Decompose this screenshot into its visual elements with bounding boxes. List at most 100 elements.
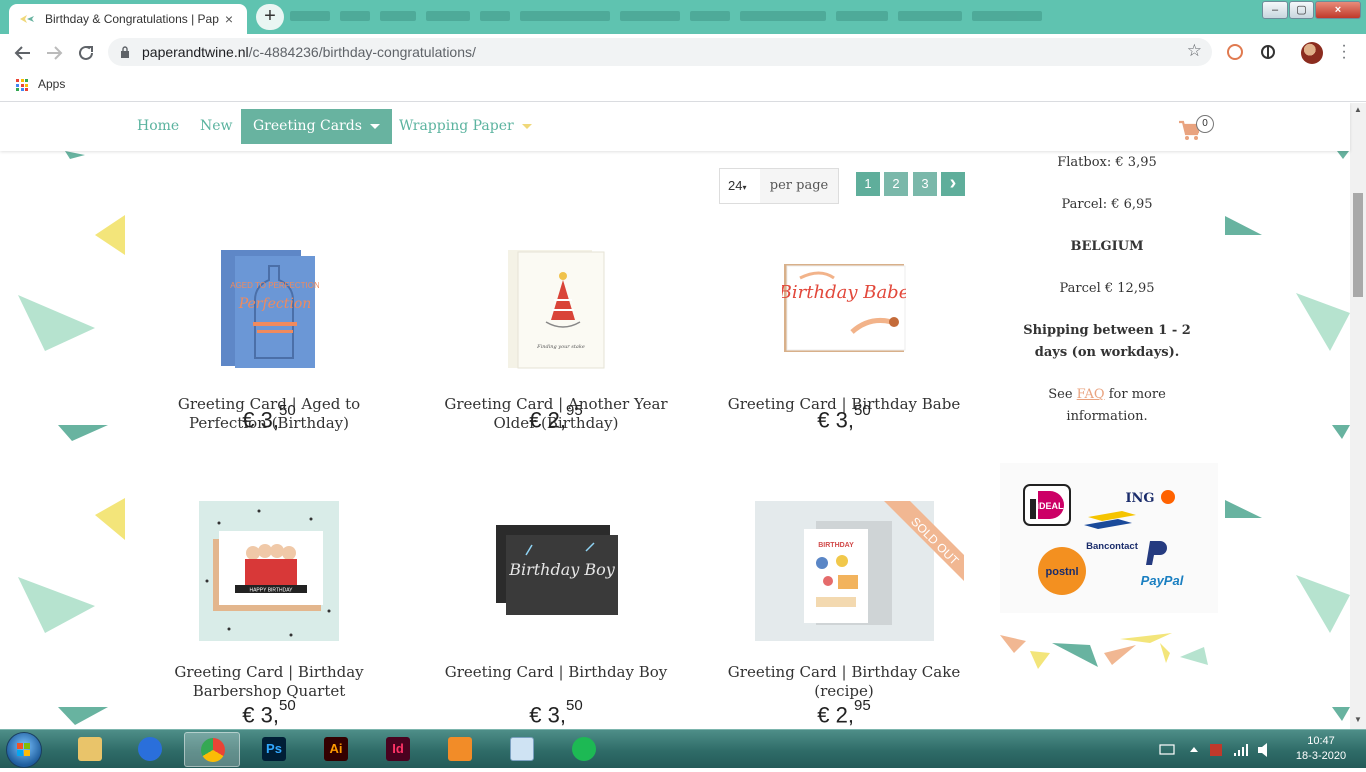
nav-wrapping-paper-label: Wrapping Paper — [399, 118, 514, 134]
nav-wrapping-paper[interactable]: Wrapping Paper — [387, 109, 544, 144]
product-image-birthday-boy[interactable]: Birthday Boy — [486, 501, 626, 641]
back-arrow-icon[interactable] — [12, 42, 34, 64]
chevron-down-icon — [521, 123, 532, 129]
url-text: paperandtwine.nl/c-4884236/birthday-cong… — [142, 44, 476, 60]
browser-toolbar: paperandtwine.nl/c-4884236/birthday-cong… — [0, 34, 1366, 70]
scroll-up-icon[interactable]: ▲ — [1353, 105, 1363, 114]
paint-icon — [448, 737, 472, 761]
mail-icon — [138, 737, 162, 761]
product-name[interactable]: Greeting Card | Birthday Boy — [436, 663, 676, 682]
per-page-select[interactable]: 24▾ — [719, 168, 761, 204]
tab-close-icon[interactable]: × — [221, 11, 237, 27]
faq-text-after: for more — [1104, 387, 1166, 402]
paper-and-twine-favicon — [20, 15, 34, 23]
scroll-down-icon[interactable]: ▼ — [1353, 715, 1363, 724]
product-card[interactable]: AGED TO PERFECTION Perfection Greeting C… — [149, 248, 389, 433]
maximize-button[interactable]: ▢ — [1289, 1, 1314, 19]
bookmarks-bar: Apps — [0, 70, 1366, 102]
product-card[interactable]: Birthday Boy Greeting Card | Birthday Bo… — [436, 501, 676, 727]
taskbar-calculator[interactable] — [494, 732, 550, 767]
address-bar[interactable]: paperandtwine.nl/c-4884236/birthday-cong… — [108, 38, 1212, 66]
product-image-birthday-cake[interactable]: BIRTHDAY SOLD OUT — [724, 501, 980, 641]
next-page-button[interactable]: › — [941, 172, 965, 196]
product-card[interactable]: BIRTHDAY SOLD OUT Greeting Card | Birthd… — [724, 501, 980, 727]
cart-button[interactable]: 0 — [1178, 115, 1220, 141]
payment-methods-logos: iDEAL ING Bancontact postnl PayPal — [1000, 463, 1218, 669]
taskbar-illustrator[interactable]: Ai — [308, 732, 364, 767]
product-image-birthday-babe[interactable]: Birthday Babe — [778, 248, 909, 370]
card-art-text: Birthday Boy — [508, 560, 616, 579]
clock[interactable]: 10:47 18-3-2020 — [1286, 734, 1356, 764]
windows-logo-icon — [17, 743, 30, 756]
forward-arrow-icon[interactable] — [43, 42, 65, 64]
profile-avatar[interactable] — [1301, 42, 1323, 64]
minimize-button[interactable]: – — [1262, 1, 1288, 19]
faq-text-before: See — [1048, 387, 1077, 402]
product-card[interactable]: Birthday Babe Greeting Card | Birthday B… — [724, 248, 964, 432]
product-price-cents: 50 — [279, 697, 296, 714]
chrome-icon — [201, 738, 225, 762]
page-2-button[interactable]: 2 — [884, 172, 908, 196]
indesign-icon: Id — [386, 737, 410, 761]
volume-icon — [1258, 743, 1267, 757]
product-price-cents: 50 — [566, 697, 583, 714]
extension-icon-1[interactable] — [1227, 44, 1243, 60]
taskbar-indesign[interactable]: Id — [370, 732, 426, 767]
product-price-cents: 95 — [566, 402, 583, 419]
chevron-down-icon — [369, 123, 380, 129]
nav-new[interactable]: New — [188, 109, 245, 144]
taskbar-spotify[interactable] — [556, 732, 612, 767]
tab-title: Birthday & Congratulations | Pap — [45, 12, 219, 26]
taskbar-chrome[interactable] — [184, 732, 240, 767]
product-card[interactable]: Finding your stake Greeting Card | Anoth… — [436, 248, 676, 433]
nav-home[interactable]: Home — [125, 109, 191, 144]
postnl-label: postnl — [1046, 566, 1079, 578]
scrollbar-thumb[interactable] — [1353, 193, 1363, 297]
new-tab-button[interactable]: + — [256, 4, 284, 30]
browser-titlebar: Birthday & Congratulations | Pap × + – ▢… — [0, 0, 1366, 34]
illustrator-icon: Ai — [324, 737, 348, 761]
reload-icon[interactable] — [75, 42, 97, 64]
nav-greeting-cards-label: Greeting Cards — [253, 118, 362, 134]
taskbar-file-explorer[interactable] — [62, 732, 118, 767]
product-price: € 3,50 — [724, 402, 964, 433]
start-button[interactable] — [6, 732, 42, 768]
close-window-button[interactable]: × — [1315, 1, 1361, 19]
page-scrollbar[interactable]: ▲ ▼ — [1350, 103, 1366, 729]
cart-count-badge: 0 — [1196, 115, 1214, 133]
page-3-button[interactable]: 3 — [913, 172, 937, 196]
network-icon — [1234, 744, 1248, 756]
browser-tab-active[interactable]: Birthday & Congratulations | Pap × — [9, 4, 247, 34]
card-art-text: BIRTHDAY — [818, 542, 854, 549]
spotify-icon — [572, 737, 596, 761]
page-viewport: Home New Greeting Cards Wrapping Paper 0… — [0, 103, 1366, 729]
product-image-another-year-older[interactable]: Finding your stake — [506, 248, 606, 370]
product-price-cents: 95 — [854, 697, 871, 714]
taskbar-photoshop[interactable]: Ps — [246, 732, 302, 767]
product-price-main: € 3, — [817, 407, 854, 433]
product-name[interactable]: Greeting Card | Birthday Cake (recipe) — [724, 663, 964, 701]
show-hidden-icons-icon — [1190, 747, 1198, 752]
taskbar-thunderbird[interactable] — [122, 732, 178, 767]
card-art-text: Finding your stake — [536, 344, 585, 350]
per-page-label: per page — [760, 168, 839, 204]
product-image-barbershop-quartet[interactable]: HAPPY BIRTHDAY — [199, 501, 339, 641]
product-name[interactable]: Greeting Card | Birthday Barbershop Quar… — [149, 663, 389, 701]
system-tray[interactable] — [1158, 734, 1278, 764]
product-card[interactable]: HAPPY BIRTHDAY Greeting Card | Birthday … — [149, 501, 389, 727]
page-1-button[interactable]: 1 — [856, 172, 880, 196]
extension-icon-2[interactable] — [1260, 44, 1276, 60]
product-price-main: € 3, — [529, 702, 566, 728]
chrome-menu-icon[interactable]: · · · — [1336, 38, 1352, 66]
faq-link[interactable]: FAQ — [1077, 387, 1105, 402]
product-price: € 3,50 — [436, 697, 676, 728]
parcel-rate-nl: Parcel: € 6,95 — [1061, 197, 1153, 212]
card-art-text: AGED TO PERFECTION — [230, 281, 319, 290]
nav-greeting-cards[interactable]: Greeting Cards — [241, 109, 392, 144]
taskbar-paint[interactable] — [432, 732, 488, 767]
bookmark-star-icon[interactable]: ☆ — [1187, 41, 1202, 61]
product-image-aged-to-perfection[interactable]: AGED TO PERFECTION Perfection — [219, 248, 320, 370]
calculator-icon — [510, 737, 534, 761]
apps-bookmark[interactable]: Apps — [38, 77, 65, 91]
clock-date: 18-3-2020 — [1295, 750, 1347, 762]
